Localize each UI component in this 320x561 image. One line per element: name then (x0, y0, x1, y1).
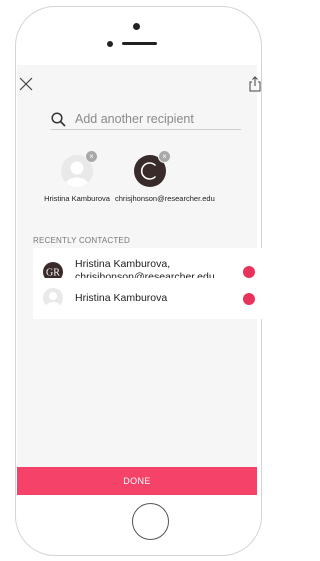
recipient-name: Hristina Kamburova (44, 194, 110, 203)
front-sensor (107, 41, 113, 47)
done-button[interactable]: DONE (17, 467, 257, 495)
status-dot (243, 266, 255, 278)
search-icon (51, 112, 66, 127)
contact-name: Hristina Kamburova, (75, 258, 171, 270)
speaker (122, 42, 157, 45)
recipient-chip-chrisjhonson[interactable]: × chrisjhonson@researcher.edu (115, 150, 215, 204)
search-input[interactable] (75, 109, 240, 129)
home-button[interactable] (132, 503, 169, 540)
contact-name: Hristina Kamburova (75, 292, 168, 304)
recently-contacted-label: RECENTLY CONTACTED (33, 236, 130, 245)
remove-icon[interactable]: × (158, 150, 171, 163)
close-icon[interactable] (19, 77, 33, 91)
share-icon[interactable] (248, 76, 262, 92)
recipient-name: chrisjhonson@researcher.edu (115, 194, 215, 203)
svg-text:GR: GR (46, 268, 60, 279)
status-dot (243, 293, 255, 305)
recipient-chip-hristina[interactable]: × Hristina Kamburova (42, 150, 112, 204)
search-underline (51, 129, 241, 130)
default-person-avatar-icon (43, 288, 63, 308)
camera (133, 23, 140, 30)
contact-row[interactable]: Hristina Kamburova (33, 278, 265, 319)
remove-icon[interactable]: × (85, 150, 98, 163)
